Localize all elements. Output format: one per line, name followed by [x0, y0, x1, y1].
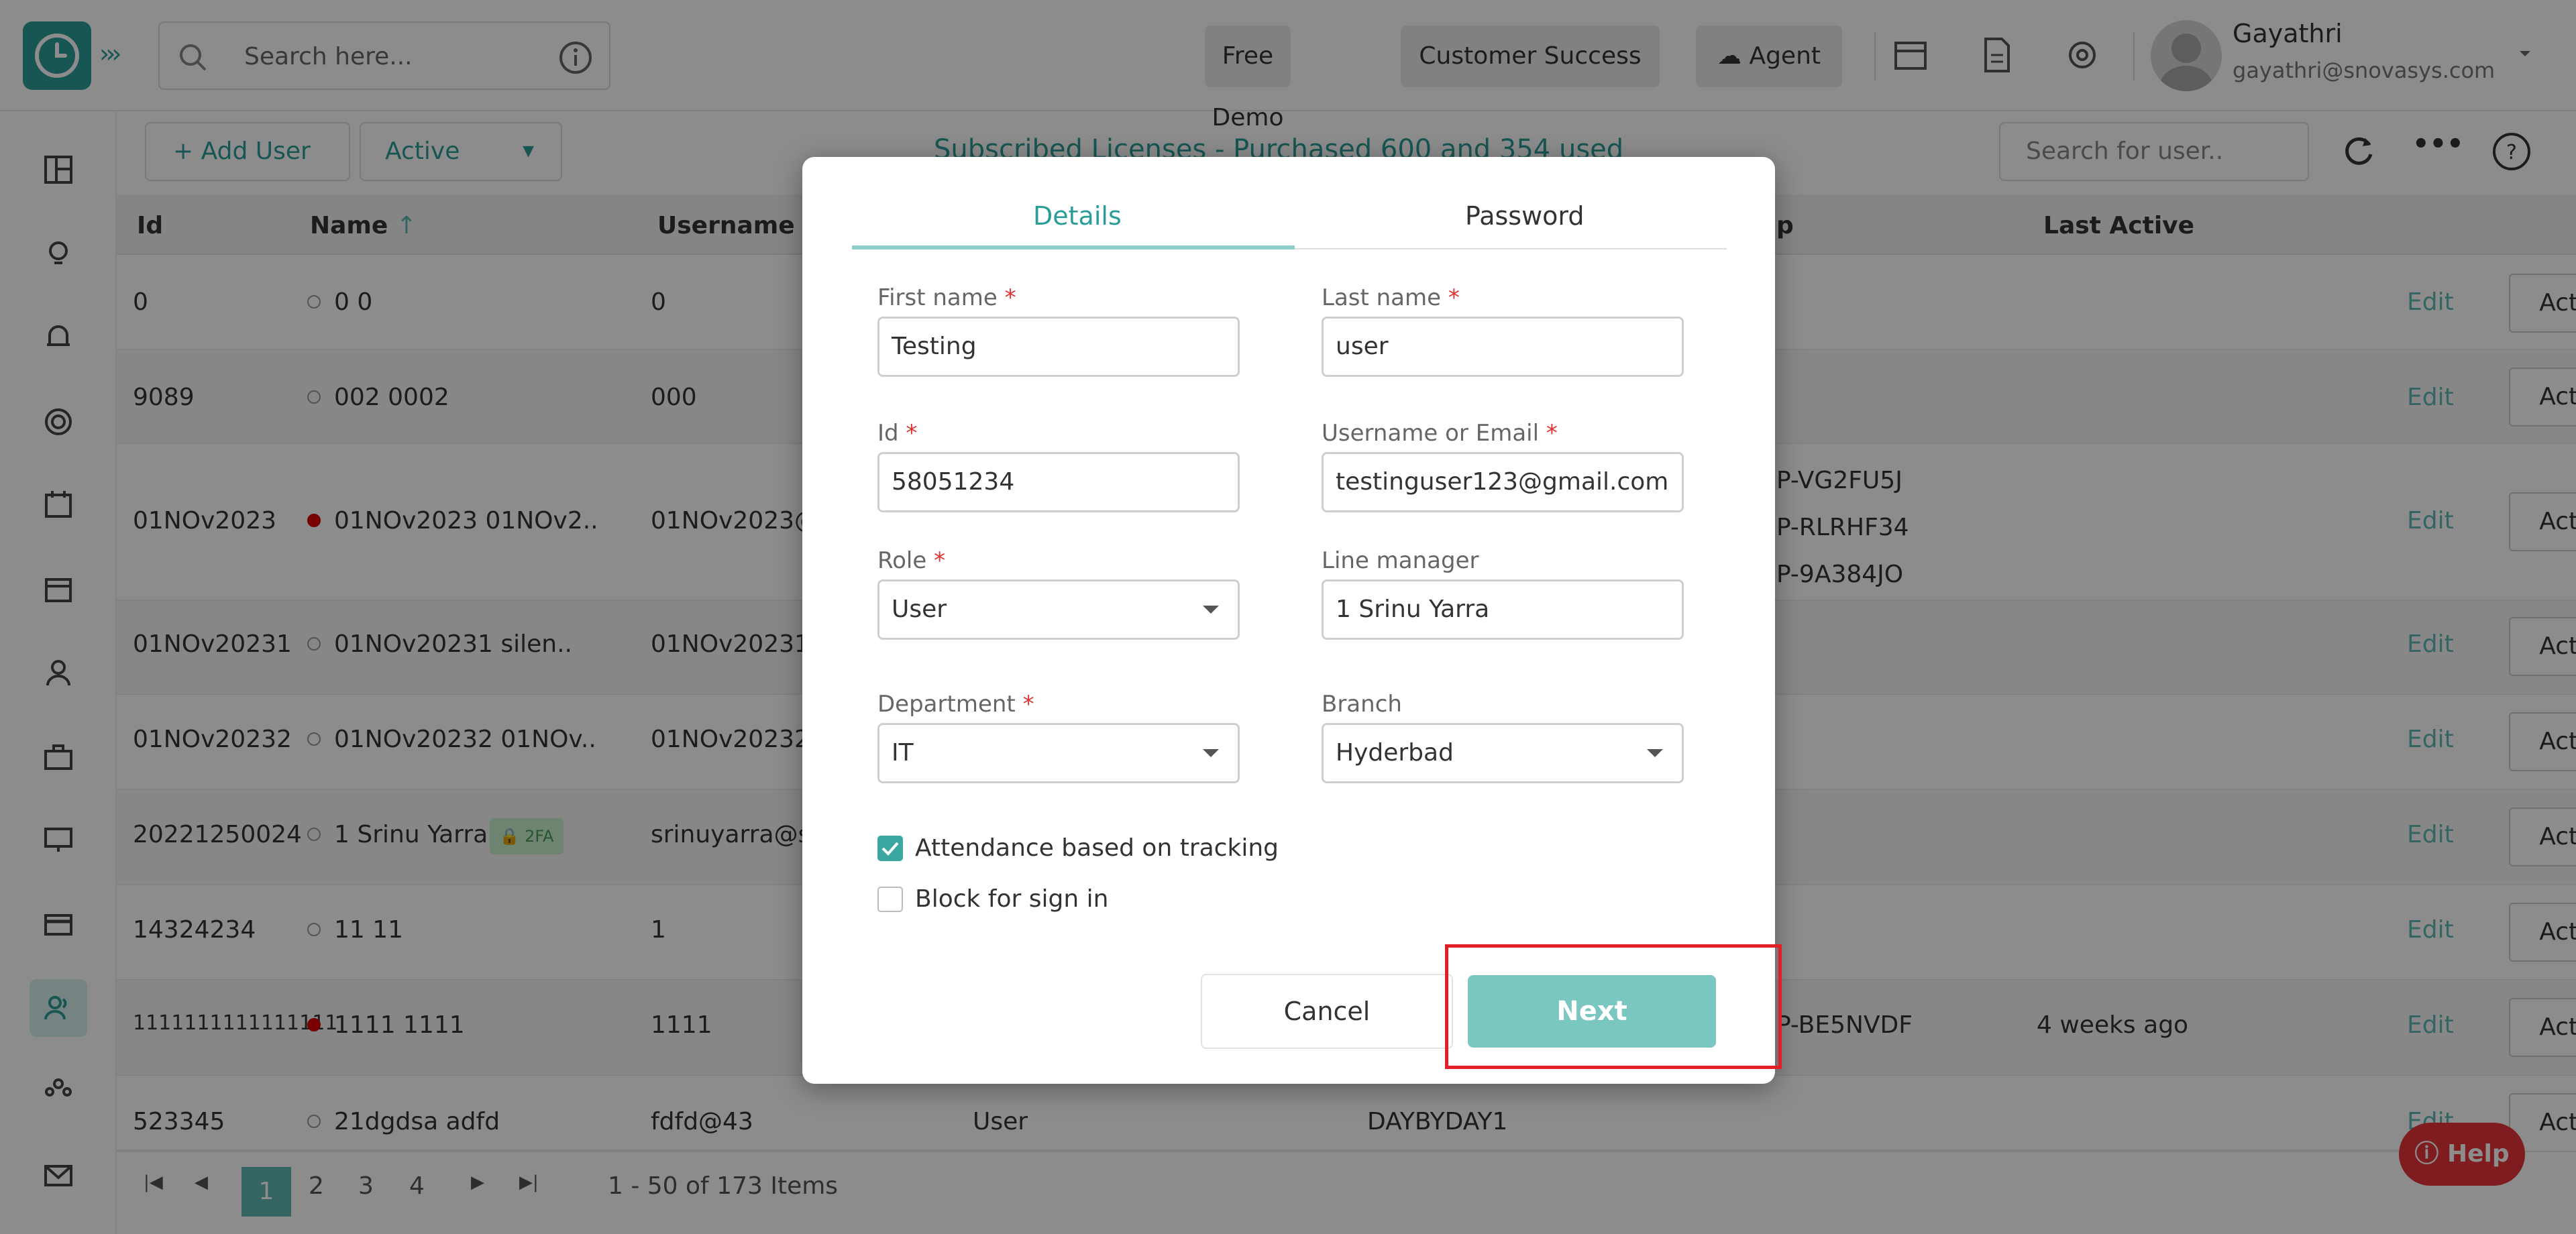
- role-select[interactable]: User: [877, 579, 1240, 640]
- chevron-down-icon: [1203, 606, 1219, 614]
- attendance-checkbox[interactable]: [877, 836, 903, 861]
- first-name-field[interactable]: Testing: [877, 317, 1240, 377]
- attendance-label[interactable]: Attendance based on tracking: [915, 834, 1279, 862]
- branch-select[interactable]: Hyderbad: [1322, 723, 1684, 783]
- tab-details[interactable]: Details: [1033, 201, 1122, 231]
- tab-password[interactable]: Password: [1465, 201, 1585, 231]
- username-email-field[interactable]: testinguser123@gmail.com: [1322, 452, 1684, 512]
- first-name-label: First name *: [877, 284, 1016, 311]
- chevron-down-icon: [1647, 749, 1663, 757]
- block-signin-checkbox[interactable]: [877, 887, 903, 912]
- block-signin-label[interactable]: Block for sign in: [915, 885, 1108, 913]
- id-label: Id *: [877, 420, 918, 447]
- department-select[interactable]: IT: [877, 723, 1240, 783]
- chevron-down-icon: [1203, 749, 1219, 757]
- role-label: Role *: [877, 547, 946, 574]
- cancel-button[interactable]: Cancel: [1201, 974, 1453, 1049]
- checkmark-icon: [881, 842, 899, 856]
- active-tab-indicator: [852, 245, 1295, 249]
- username-label: Username or Email *: [1322, 420, 1558, 447]
- line-manager-field[interactable]: 1 Srinu Yarra: [1322, 579, 1684, 640]
- department-label: Department *: [877, 691, 1034, 718]
- last-name-field[interactable]: user: [1322, 317, 1684, 377]
- last-name-label: Last name *: [1322, 284, 1460, 311]
- line-manager-label: Line manager: [1322, 547, 1479, 574]
- branch-label: Branch: [1322, 691, 1402, 718]
- id-field[interactable]: 58051234: [877, 452, 1240, 512]
- highlight-box: [1445, 944, 1782, 1069]
